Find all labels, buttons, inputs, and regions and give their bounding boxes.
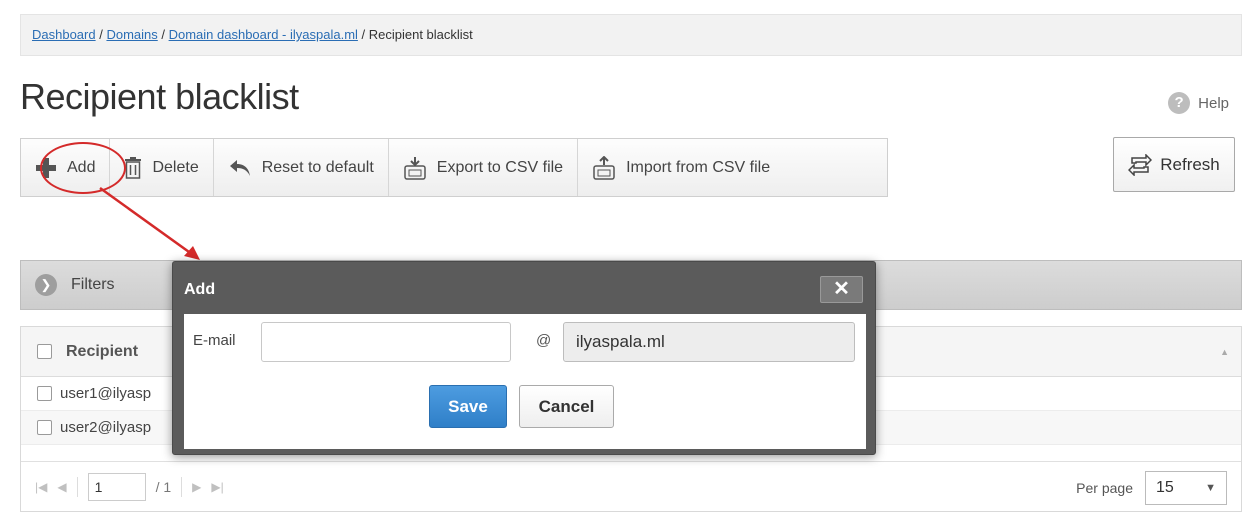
- dialog-title: Add: [184, 281, 216, 298]
- toolbar: Add Delete Reset to default Export to CS…: [20, 138, 888, 197]
- per-page-value: 15: [1156, 479, 1174, 496]
- refresh-button[interactable]: Refresh: [1113, 137, 1235, 192]
- add-button[interactable]: Add: [21, 139, 111, 196]
- breadcrumb-separator: /: [357, 27, 369, 42]
- last-page-icon[interactable]: ▶|: [211, 480, 223, 494]
- at-symbol: @: [536, 332, 552, 349]
- breadcrumb: Dashboard / Domains / Domain dashboard -…: [20, 14, 1242, 56]
- refresh-icon: [1128, 153, 1153, 176]
- column-header-recipient[interactable]: Recipient: [66, 343, 138, 361]
- per-page-control: Per page 15 ▼: [1076, 471, 1227, 505]
- plus-icon: [36, 157, 56, 178]
- domain-field: ilyaspala.ml: [563, 322, 855, 362]
- pagination-bar: |◀ ◀ 1 / 1 ▶ ▶| Per page 15 ▼: [21, 461, 1241, 511]
- help-label: Help: [1198, 94, 1229, 112]
- email-field[interactable]: [261, 322, 511, 362]
- breadcrumb-domains-link[interactable]: Domains: [106, 27, 157, 42]
- add-button-label: Add: [67, 158, 96, 176]
- page-count: / 1: [155, 478, 172, 495]
- export-csv-button[interactable]: Export to CSV file: [389, 139, 579, 196]
- per-page-select[interactable]: 15 ▼: [1145, 471, 1227, 505]
- chevron-down-icon: ▼: [1205, 482, 1216, 494]
- row-checkbox[interactable]: [37, 420, 52, 435]
- pager-divider: [76, 476, 78, 497]
- reset-to-default-button[interactable]: Reset to default: [214, 139, 389, 196]
- breadcrumb-dashboard-link[interactable]: Dashboard: [32, 27, 96, 42]
- page-title: Recipient blacklist: [20, 76, 299, 117]
- delete-button-label: Delete: [152, 158, 199, 176]
- undo-icon: [229, 159, 250, 176]
- breadcrumb-domain-dashboard-link[interactable]: Domain dashboard - ilyaspala.ml: [169, 27, 358, 42]
- add-dialog: Add ✕ E-mail @ ilyaspala.ml Save Cancel: [172, 261, 876, 455]
- filters-label: Filters: [71, 276, 115, 293]
- prev-page-icon[interactable]: ◀: [57, 480, 66, 494]
- breadcrumb-separator: /: [95, 27, 107, 42]
- reset-to-default-label: Reset to default: [261, 158, 374, 176]
- delete-button[interactable]: Delete: [110, 139, 214, 196]
- next-page-icon[interactable]: ▶: [192, 480, 201, 494]
- help-icon: ?: [1168, 92, 1191, 114]
- per-page-label: Per page: [1076, 480, 1133, 496]
- row-recipient: user2@ilyasp: [60, 419, 152, 436]
- dialog-body: E-mail @ ilyaspala.ml Save Cancel: [184, 314, 866, 449]
- pager-divider: [181, 476, 183, 497]
- row-checkbox[interactable]: [37, 386, 52, 401]
- row-recipient: user1@ilyasp: [60, 385, 152, 402]
- chevron-right-circle-icon: ❯: [35, 274, 57, 296]
- close-icon[interactable]: ✕: [820, 276, 863, 303]
- import-csv-button[interactable]: Import from CSV file: [578, 139, 784, 196]
- sort-icon[interactable]: ▲: [1220, 347, 1229, 357]
- cancel-button[interactable]: Cancel: [519, 385, 614, 428]
- email-label: E-mail: [193, 332, 236, 349]
- save-button[interactable]: Save: [429, 385, 507, 428]
- trash-icon: [125, 156, 142, 179]
- csv-import-icon: [593, 155, 615, 180]
- select-all-checkbox[interactable]: [37, 344, 52, 359]
- csv-export-icon: [404, 156, 426, 180]
- breadcrumb-current: Recipient blacklist: [368, 27, 473, 42]
- breadcrumb-separator: /: [157, 27, 169, 42]
- refresh-label: Refresh: [1160, 154, 1220, 174]
- help-link[interactable]: ? Help: [1168, 92, 1229, 114]
- import-csv-label: Import from CSV file: [626, 158, 771, 176]
- export-csv-label: Export to CSV file: [436, 158, 564, 176]
- first-page-icon[interactable]: |◀: [35, 480, 47, 494]
- page-number-input[interactable]: 1: [87, 472, 146, 501]
